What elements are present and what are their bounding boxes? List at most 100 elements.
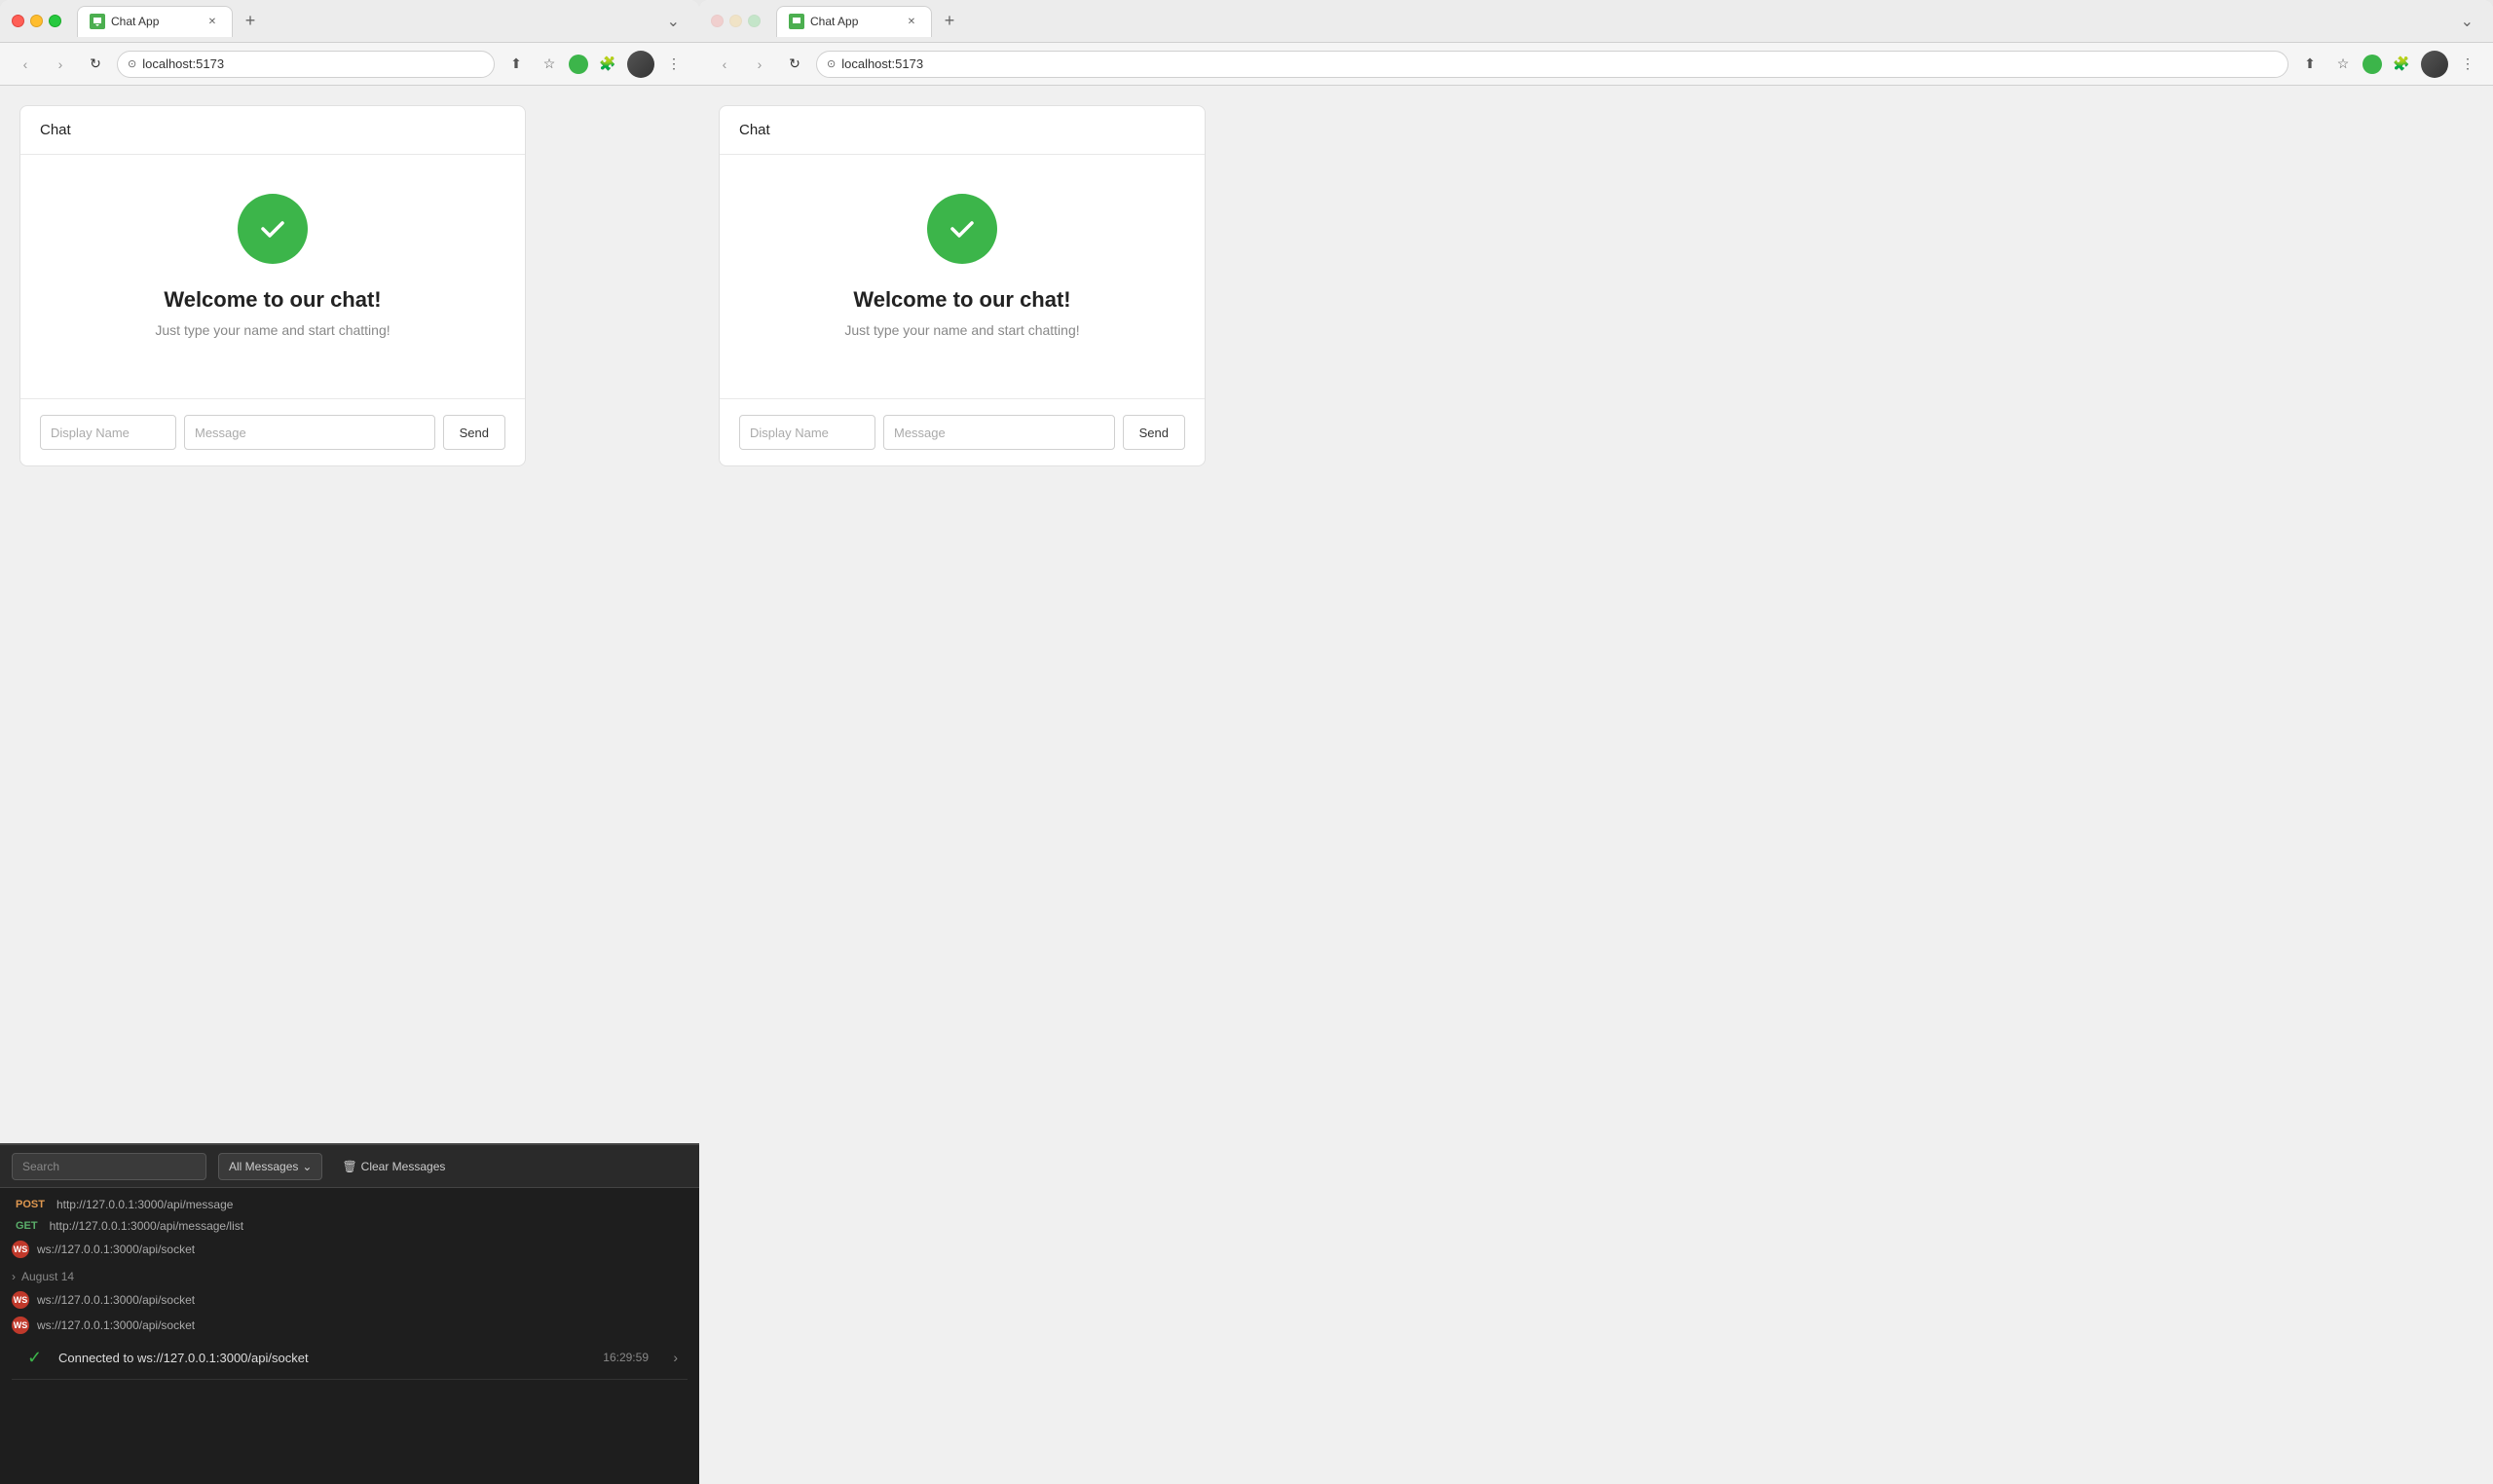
avatar-left[interactable]	[627, 51, 654, 78]
back-button-left[interactable]: ‹	[12, 51, 39, 78]
devtools-panel: Search All Messages ⌄ 🗑 Clear Messages P…	[0, 1143, 699, 1484]
reload-button-right[interactable]: ↻	[781, 51, 808, 78]
ws-icon-2: WS	[12, 1291, 29, 1309]
connected-time: 16:29:59	[603, 1351, 649, 1364]
devtools-search-box[interactable]: Search	[12, 1153, 206, 1180]
right-toolbar-actions: ⬆ ☆ 🧩 ⋮	[2296, 51, 2481, 78]
right-welcome-subtitle: Just type your name and start chatting!	[844, 322, 1079, 338]
tab-overflow-left[interactable]: ⌄	[659, 8, 688, 35]
tab-chat-app-left[interactable]: Chat App ✕	[77, 6, 233, 37]
trash-icon: 🗑	[342, 1160, 356, 1173]
expand-icon[interactable]: ›	[673, 1350, 678, 1365]
lock-icon-left: ⊙	[128, 57, 136, 70]
tab-overflow-right[interactable]: ⌄	[2453, 8, 2481, 35]
ws-icon-1: WS	[12, 1241, 29, 1258]
forward-button-right[interactable]: ›	[746, 51, 773, 78]
date-section[interactable]: › August 14	[12, 1270, 688, 1283]
left-chat-widget: Chat Welcome to our chat! Just type your…	[19, 105, 526, 466]
minimize-button[interactable]	[30, 15, 43, 27]
devtools-clear-button[interactable]: 🗑 Clear Messages	[334, 1160, 453, 1173]
left-chat-body: Welcome to our chat! Just type your name…	[20, 155, 525, 398]
right-browser-window: Chat App ✕ + ⌄ ‹ › ↻ ⊙ localhost:5173 ⬆ …	[699, 0, 2493, 1484]
date-label: August 14	[21, 1270, 74, 1283]
left-toolbar: ‹ › ↻ ⊙ localhost:5173 ⬆ ☆ 🧩 ⋮	[0, 43, 699, 86]
left-welcome-subtitle: Just type your name and start chatting!	[155, 322, 390, 338]
tab-favicon	[90, 14, 105, 29]
address-bar-left[interactable]: ⊙ localhost:5173	[117, 51, 495, 78]
right-close-button[interactable]	[711, 15, 724, 27]
chevron-down-icon: ⌄	[302, 1160, 312, 1173]
network-url-ws-2: ws://127.0.0.1:3000/api/socket	[37, 1293, 195, 1307]
right-tab-favicon	[789, 14, 804, 29]
right-maximize-button[interactable]	[748, 15, 761, 27]
search-placeholder: Search	[22, 1160, 59, 1173]
url-text-right: localhost:5173	[841, 56, 923, 71]
left-send-button[interactable]: Send	[443, 415, 505, 450]
back-button-right[interactable]: ‹	[711, 51, 738, 78]
avatar-right[interactable]	[2421, 51, 2448, 78]
connected-check-icon: ✓	[27, 1348, 47, 1367]
connected-row: ✓ Connected to ws://127.0.0.1:3000/api/s…	[12, 1336, 688, 1380]
right-chat-widget: Chat Welcome to our chat! Just type your…	[719, 105, 1206, 466]
left-check-circle	[238, 194, 308, 264]
right-tab-bar: Chat App ✕ + ⌄	[776, 6, 2481, 37]
filter-label: All Messages	[229, 1160, 298, 1173]
lock-icon-right: ⊙	[827, 57, 836, 70]
tab-title-right: Chat App	[810, 15, 898, 28]
right-chat-body: Welcome to our chat! Just type your name…	[720, 155, 1205, 398]
right-check-circle	[927, 194, 997, 264]
bookmark-icon-right[interactable]: ☆	[2329, 51, 2357, 78]
left-toolbar-actions: ⬆ ☆ 🧩 ⋮	[502, 51, 688, 78]
right-chat-footer: Send	[720, 398, 1205, 465]
network-row-ws-2: WS ws://127.0.0.1:3000/api/socket	[12, 1289, 688, 1311]
menu-icon-right[interactable]: ⋮	[2454, 51, 2481, 78]
address-bar-right[interactable]: ⊙ localhost:5173	[816, 51, 2288, 78]
right-title-bar: Chat App ✕ + ⌄	[699, 0, 2493, 43]
close-button[interactable]	[12, 15, 24, 27]
network-url-ws: ws://127.0.0.1:3000/api/socket	[37, 1243, 195, 1256]
devtools-list: POST http://127.0.0.1:3000/api/message G…	[12, 1196, 688, 1336]
right-minimize-button[interactable]	[729, 15, 742, 27]
right-send-button[interactable]: Send	[1123, 415, 1185, 450]
ws-icon-3: WS	[12, 1317, 29, 1334]
share-icon-right[interactable]: ⬆	[2296, 51, 2324, 78]
network-row-post: POST http://127.0.0.1:3000/api/message	[12, 1196, 688, 1213]
puzzle-icon-left[interactable]: 🧩	[594, 51, 621, 78]
tab-bar: Chat App ✕ + ⌄	[77, 6, 688, 37]
forward-button-left[interactable]: ›	[47, 51, 74, 78]
left-title-bar: Chat App ✕ + ⌄	[0, 0, 699, 43]
extension-icon-green-right[interactable]	[2363, 55, 2382, 74]
right-chat-header: Chat	[720, 106, 1205, 155]
new-tab-button-left[interactable]: +	[237, 8, 264, 35]
right-message-input[interactable]	[883, 415, 1115, 450]
network-row-ws-3: WS ws://127.0.0.1:3000/api/socket	[12, 1315, 688, 1336]
bookmark-icon-left[interactable]: ☆	[536, 51, 563, 78]
network-url-get: http://127.0.0.1:3000/api/message/list	[50, 1219, 243, 1233]
puzzle-icon-right[interactable]: 🧩	[2388, 51, 2415, 78]
new-tab-button-right[interactable]: +	[936, 8, 963, 35]
left-page-content: Chat Welcome to our chat! Just type your…	[0, 86, 699, 1143]
network-row-get: GET http://127.0.0.1:3000/api/message/li…	[12, 1217, 688, 1235]
right-display-name-input[interactable]	[739, 415, 875, 450]
devtools-filter-button[interactable]: All Messages ⌄	[218, 1153, 322, 1180]
menu-icon-left[interactable]: ⋮	[660, 51, 688, 78]
connected-text: Connected to ws://127.0.0.1:3000/api/soc…	[58, 1351, 309, 1365]
left-browser-window: Chat App ✕ + ⌄ ‹ › ↻ ⊙ localhost:5173 ⬆ …	[0, 0, 699, 1484]
share-icon-left[interactable]: ⬆	[502, 51, 530, 78]
traffic-lights	[12, 15, 61, 27]
left-message-input[interactable]	[184, 415, 435, 450]
maximize-button[interactable]	[49, 15, 61, 27]
url-text-left: localhost:5173	[142, 56, 224, 71]
method-badge-post: POST	[12, 1198, 49, 1211]
tab-title-left: Chat App	[111, 15, 199, 28]
tab-close-left[interactable]: ✕	[205, 14, 220, 29]
method-badge-get: GET	[12, 1219, 42, 1233]
left-display-name-input[interactable]	[40, 415, 176, 450]
extension-icon-green-left[interactable]	[569, 55, 588, 74]
tab-chat-app-right[interactable]: Chat App ✕	[776, 6, 932, 37]
network-url-ws-3: ws://127.0.0.1:3000/api/socket	[37, 1318, 195, 1332]
right-welcome-title: Welcome to our chat!	[853, 287, 1070, 313]
tab-close-right[interactable]: ✕	[904, 14, 919, 29]
reload-button-left[interactable]: ↻	[82, 51, 109, 78]
devtools-content: POST http://127.0.0.1:3000/api/message G…	[0, 1188, 699, 1484]
